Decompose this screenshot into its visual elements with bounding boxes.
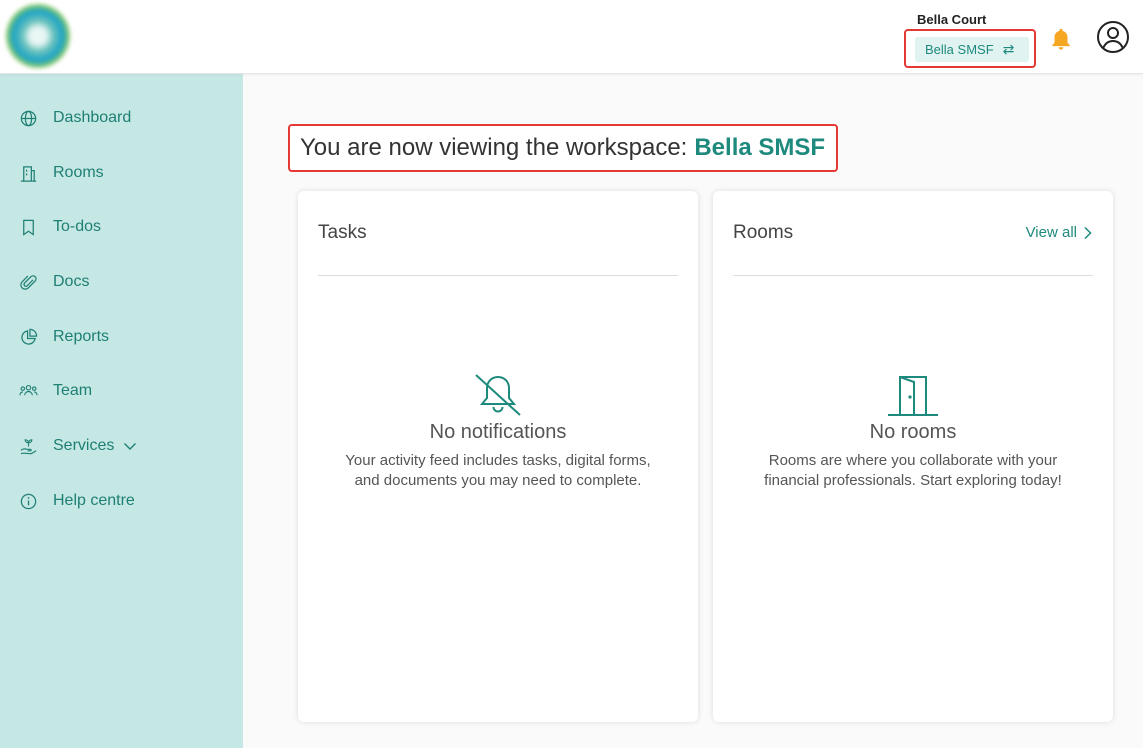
sidebar-item-team[interactable]: Team [0,371,243,411]
sidebar-item-reports[interactable]: Reports [0,317,243,357]
view-all-rooms-link[interactable]: View all [1026,224,1093,241]
user-name: Bella Court [917,12,987,27]
sidebar-item-help-centre[interactable]: Help centre [0,481,243,521]
sidebar-item-label: Services [53,437,115,454]
sidebar-item-label: Rooms [53,164,104,181]
sidebar-item-label: To-dos [53,218,102,235]
divider [733,275,1093,276]
sidebar-item-dashboard[interactable]: Dashboard [0,98,243,138]
pie-chart-icon [21,328,38,345]
tasks-empty-title: No notifications [429,421,567,443]
workspace-heading-name: Bella SMSF [694,134,826,161]
workspace-switch-button[interactable]: Bella SMSF ⇄ [915,37,1029,62]
paperclip-icon [20,274,37,290]
bell-icon[interactable] [1048,26,1074,52]
sidebar-item-services[interactable]: Services [0,426,243,466]
rooms-empty-title: No rooms [869,421,957,443]
door-icon [888,376,938,416]
team-icon [19,384,38,395]
rooms-empty-state: No rooms Rooms are where you collaborate… [713,373,1113,491]
rooms-card-title: Rooms [733,222,794,243]
divider [318,275,678,276]
tasks-card: Tasks No notifications Your activity fee… [298,191,698,722]
tasks-empty-text: Your activity feed includes tasks, digit… [345,452,651,489]
sidebar-item-label: Team [53,382,93,399]
hand-plant-icon [20,438,37,454]
workspace-heading: You are now viewing the workspace: Bella… [288,124,838,172]
bookmark-icon [23,219,34,236]
rooms-card: Rooms View all No rooms Rooms are where … [713,191,1113,722]
bell-off-icon [475,374,521,416]
tasks-card-title: Tasks [318,222,367,243]
top-bar: Bella Court Bella SMSF ⇄ [0,0,1143,74]
globe-icon [20,110,37,126]
swap-icon: ⇄ [1002,41,1015,57]
workspace-switch-highlight: Bella SMSF ⇄ [904,29,1036,68]
chevron-right-icon [1084,226,1092,239]
building-icon [20,165,37,182]
sidebar-item-label: Dashboard [53,109,132,126]
sidebar: Dashboard Rooms To-dos Docs Reports Team… [0,74,243,748]
info-icon [20,493,37,509]
sidebar-item-docs[interactable]: Docs [0,262,243,302]
workspace-heading-prefix: You are now viewing the workspace: [300,134,688,161]
logo[interactable] [6,4,70,68]
sidebar-item-label: Help centre [53,492,135,509]
rooms-empty-text: Rooms are where you collaborate with you… [764,452,1062,489]
view-all-label: View all [1025,224,1077,241]
main-content: You are now viewing the workspace: Bella… [243,74,1143,748]
workspace-switch-label: Bella SMSF [925,42,994,57]
tasks-empty-state: No notifications Your activity feed incl… [298,373,698,491]
chevron-down-icon [124,443,137,450]
sidebar-item-rooms[interactable]: Rooms [0,153,243,193]
user-circle-icon[interactable] [1096,20,1130,54]
sidebar-item-to-dos[interactable]: To-dos [0,207,243,247]
sidebar-item-label: Reports [53,328,110,345]
sidebar-item-label: Docs [53,273,90,290]
